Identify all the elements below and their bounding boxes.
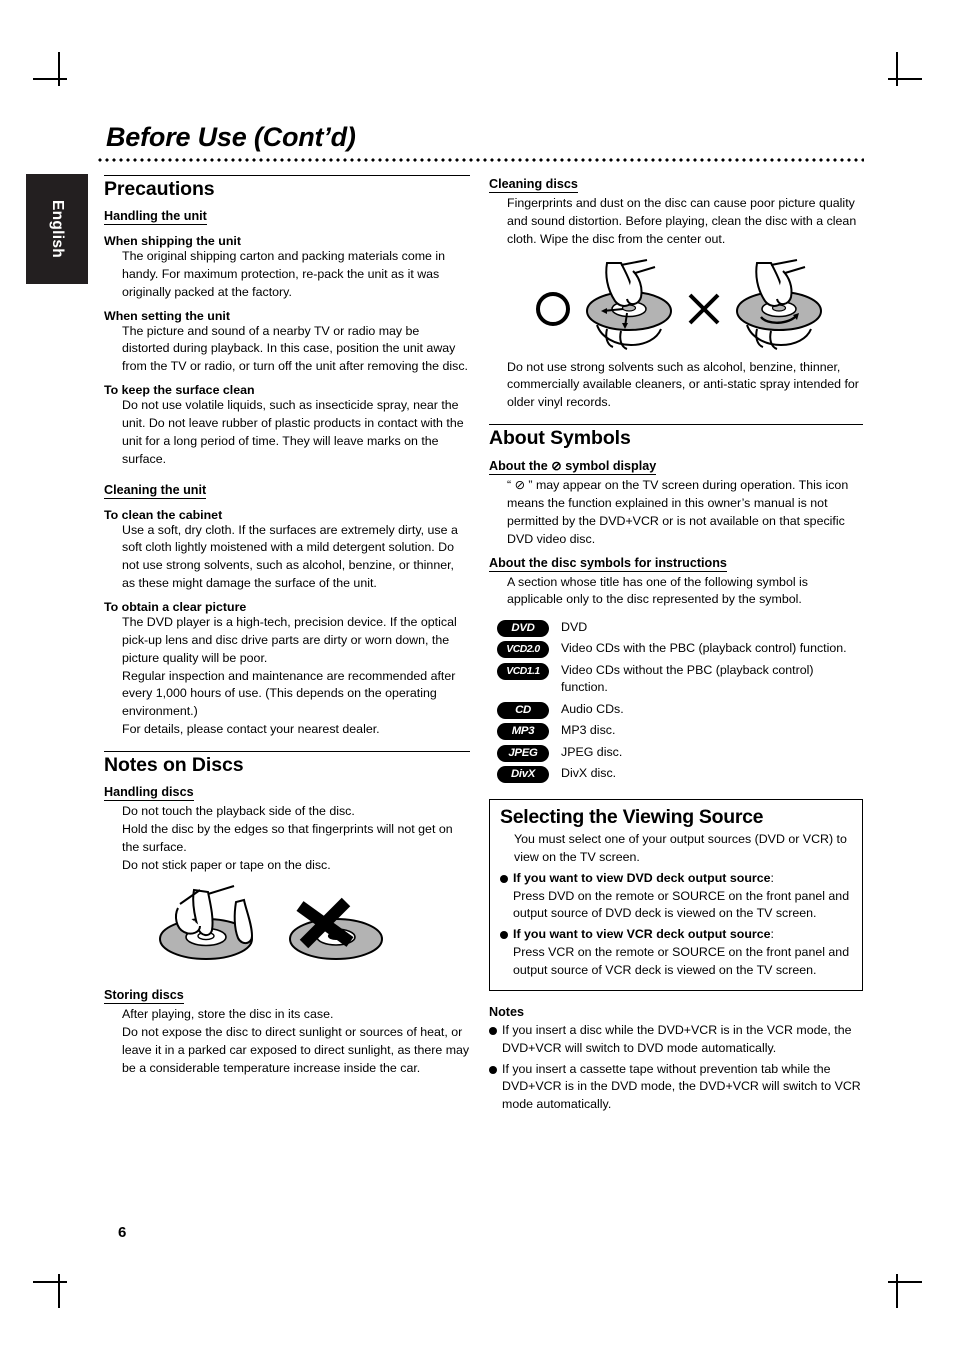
viewing-source-bullet-vcr: If you want to view VCR deck output sour…: [500, 926, 852, 980]
disc-symbol-description: Video CDs without the PBC (playback cont…: [561, 662, 814, 695]
subheading-about-the-symbol-display: About the ⊘ symbol display: [489, 458, 657, 476]
text-to-obtain-a-clear-picture-1: The DVD player is a high-tech, precision…: [122, 615, 457, 665]
document-page: English Before Use (Cont’d) Precautions …: [0, 0, 954, 1351]
bullet-dot-icon: [489, 1065, 497, 1074]
subheading-storing-discs: Storing discs: [104, 988, 184, 1005]
subheading-to-clean-the-cabinet: To clean the cabinet: [104, 507, 223, 522]
page-number: 6: [118, 1224, 127, 1241]
text-when-shipping-the-unit: The original shipping carton and packing…: [122, 249, 446, 299]
subheading-symbol-display-before: About the: [489, 459, 548, 474]
badge-mp3-icon: MP3: [497, 723, 549, 741]
crop-mark-top-left-vertical: [58, 52, 60, 86]
bullet-colon: :: [770, 927, 774, 942]
page-title: Before Use (Cont’d): [106, 122, 356, 152]
text-symbol-display: “ ⊘ ” may appear on the TV screen during…: [507, 478, 849, 546]
subheading-symbol-display-after: symbol display: [565, 459, 657, 474]
badge-cd-icon: CD: [497, 701, 549, 719]
prohibited-symbol-icon: ⊘: [551, 459, 562, 474]
language-tab-label: English: [49, 199, 66, 259]
subheading-cleaning-discs: Cleaning discs: [489, 177, 578, 193]
heading-precautions: Precautions: [104, 175, 470, 202]
note-item: If you insert a disc while the DVD+VCR i…: [489, 1022, 863, 1058]
disc-symbol-row: JPEG JPEG disc.: [497, 744, 863, 762]
note-text: If you insert a disc while the DVD+VCR i…: [502, 1022, 852, 1055]
title-dotted-rule: [98, 158, 864, 162]
bullet-lead-plain-2: deck output source: [652, 927, 771, 942]
subheading-when-shipping-the-unit: When shipping the unit: [104, 234, 241, 248]
disc-symbol-row: VCD2.0 Video CDs with the PBC (playback …: [497, 640, 863, 659]
text-storing-discs-1: After playing, store the disc in its cas…: [122, 1007, 334, 1022]
subheading-to-obtain-a-clear-picture: To obtain a clear picture: [104, 600, 247, 615]
badge-dvd-icon: DVD: [497, 619, 549, 637]
bullet-dot-icon: [500, 874, 508, 883]
disc-symbol-row: DVD DVD: [497, 619, 863, 637]
heading-about-symbols: About Symbols: [489, 424, 863, 451]
text-disc-symbols-intro: A section whose title has one of the fol…: [507, 574, 808, 607]
badge-vcd20-icon: VCD2.0: [497, 641, 549, 659]
badge-divx-icon: DivX: [497, 766, 549, 784]
disc-cleaning-illustration-icon: [536, 258, 822, 350]
selecting-viewing-source-box: Selecting the Viewing Source You must se…: [489, 799, 863, 991]
note-item: If you insert a cassette tape without pr…: [489, 1061, 863, 1115]
bullet-lead-bold: VCR: [626, 927, 653, 942]
text-to-keep-the-surface-clean: Do not use volatile liquids, such as ins…: [122, 398, 464, 466]
viewing-source-bullet-dvd: If you want to view DVD deck output sour…: [500, 870, 852, 924]
disc-symbol-row: DivX DivX disc.: [497, 765, 863, 784]
crop-mark-top-right-vertical: [896, 52, 898, 86]
bullet-body-text: Press VCR on the remote or SOURCE on the…: [513, 945, 850, 978]
bullet-lead-plain-2: deck output source: [652, 870, 771, 885]
crop-mark-bottom-right-vertical: [896, 1274, 898, 1308]
viewing-source-bullet-body: If you want to view VCR deck output sour…: [513, 926, 852, 980]
viewing-source-bullet-body: If you want to view DVD deck output sour…: [513, 870, 852, 924]
badge-jpeg-icon: JPEG: [497, 744, 549, 762]
text-to-obtain-a-clear-picture-2: Regular inspection and maintenance are r…: [122, 668, 456, 719]
crop-mark-top-right-horizontal: [888, 78, 922, 80]
bullet-lead-bold: DVD: [626, 870, 653, 885]
bullet-colon: :: [770, 870, 774, 885]
disc-symbol-description: Video CDs with the PBC (playback control…: [561, 641, 847, 656]
crop-mark-bottom-right-horizontal: [888, 1281, 922, 1283]
language-tab: English: [26, 174, 88, 284]
disc-symbol-description: Audio CDs.: [561, 701, 624, 716]
heading-selecting-the-viewing-source: Selecting the Viewing Source: [500, 806, 764, 829]
text-handling-discs-3: Do not stick paper or tape on the disc.: [122, 857, 331, 872]
text-selecting-viewing-source-intro: You must select one of your output sourc…: [514, 832, 847, 864]
text-storing-discs-2: Do not expose the disc to direct sunligh…: [122, 1025, 470, 1076]
bullet-lead-plain-1: If you want to view: [513, 927, 627, 942]
badge-vcd11-icon: VCD1.1: [497, 662, 549, 680]
heading-notes-on-discs: Notes on Discs: [104, 751, 470, 778]
disc-symbol-description: DVD: [561, 619, 588, 634]
disc-symbol-description: MP3 disc.: [561, 723, 616, 738]
subheading-handling-discs: Handling discs: [104, 785, 194, 802]
left-column: Precautions Handling the unit When shipp…: [104, 175, 470, 1078]
text-cleaning-discs: Fingerprints and dust on the disc can ca…: [507, 196, 857, 246]
bullet-body-text: Press DVD on the remote or SOURCE on the…: [513, 888, 850, 921]
bullet-dot-icon: [500, 931, 508, 940]
disc-symbol-row: VCD1.1 Video CDs without the PBC (playba…: [497, 662, 863, 697]
crop-mark-top-left-horizontal: [33, 78, 67, 80]
disc-symbol-row: CD Audio CDs.: [497, 701, 863, 719]
text-handling-discs-2: Hold the disc by the edges so that finge…: [122, 821, 453, 854]
text-to-obtain-a-clear-picture-3: For details, please contact your nearest…: [122, 722, 380, 737]
disc-symbol-description: DivX disc.: [561, 766, 617, 781]
note-text: If you insert a cassette tape without pr…: [502, 1061, 861, 1112]
text-cleaning-discs-solvents: Do not use strong solvents such as alcoh…: [507, 359, 859, 410]
notes-title: Notes: [489, 1004, 524, 1019]
bullet-lead-plain-1: If you want to view: [513, 870, 627, 885]
text-when-setting-the-unit: The picture and sound of a nearby TV or …: [122, 323, 468, 374]
disc-symbol-row: MP3 MP3 disc.: [497, 722, 863, 741]
subheading-handling-the-unit: Handling the unit: [104, 209, 207, 225]
right-column: Cleaning discs Fingerprints and dust on …: [489, 175, 863, 1114]
bullet-dot-icon: [489, 1026, 497, 1035]
disc-symbol-description: JPEG disc.: [561, 744, 623, 759]
subheading-when-setting-the-unit: When setting the unit: [104, 308, 230, 323]
text-handling-discs-1: Do not touch the playback side of the di…: [122, 804, 355, 819]
subheading-cleaning-the-unit: Cleaning the unit: [104, 482, 207, 499]
disc-handling-illustration-icon: [159, 885, 383, 961]
crop-mark-bottom-left-vertical: [58, 1274, 60, 1308]
text-to-clean-the-cabinet: Use a soft, dry cloth. If the surfaces a…: [122, 522, 458, 591]
subheading-about-the-disc-symbols: About the disc symbols for instructions: [489, 555, 727, 572]
subheading-to-keep-the-surface-clean: To keep the surface clean: [104, 383, 255, 398]
crop-mark-bottom-left-horizontal: [33, 1281, 67, 1283]
